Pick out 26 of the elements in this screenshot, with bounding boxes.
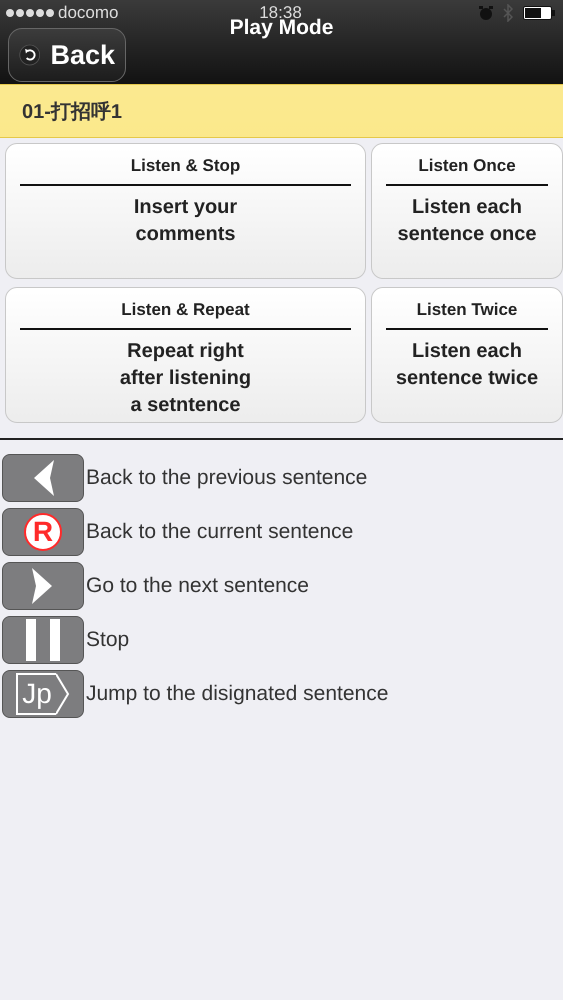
- back-button[interactable]: Back: [8, 28, 126, 82]
- legend-label: Back to the current sentence: [86, 520, 354, 544]
- mode-description: Listen each sentence twice: [394, 339, 540, 391]
- legend-label: Back to the previous sentence: [86, 466, 368, 490]
- pause-icon: [26, 619, 60, 661]
- circled-r-icon: R: [24, 513, 62, 551]
- mode-card[interactable]: Listen & Stop Insert your comments: [5, 143, 366, 279]
- mode-description: Repeat right after listening a setntence: [118, 339, 252, 418]
- mode-description: Insert your comments: [132, 195, 238, 247]
- mode-card[interactable]: Listen & Repeat Repeat right after listening a setntence: [5, 287, 366, 423]
- alarm-clock-icon: [479, 6, 493, 20]
- battery-icon: [523, 6, 555, 20]
- mode-card[interactable]: Listen Twice Listen each sentence twice: [371, 287, 563, 423]
- lesson-title: 01-打招呼1: [0, 84, 563, 138]
- mode-title: Listen Twice: [386, 300, 548, 330]
- mode-card[interactable]: Listen Once Listen each sentence once: [371, 143, 563, 279]
- bluetooth-icon: [503, 4, 513, 22]
- signal-icon: [6, 9, 54, 17]
- legend-label: Jump to the disignated sentence: [86, 682, 388, 706]
- mode-title: Listen & Repeat: [20, 300, 351, 330]
- mode-title: Listen & Stop: [20, 156, 351, 186]
- legend-label: Stop: [86, 628, 130, 652]
- mode-title: Listen Once: [386, 156, 548, 186]
- mode-description: Listen each sentence once: [396, 195, 538, 247]
- carrier-name: docomo: [58, 3, 118, 23]
- legend-label: Go to the next sentence: [86, 574, 309, 598]
